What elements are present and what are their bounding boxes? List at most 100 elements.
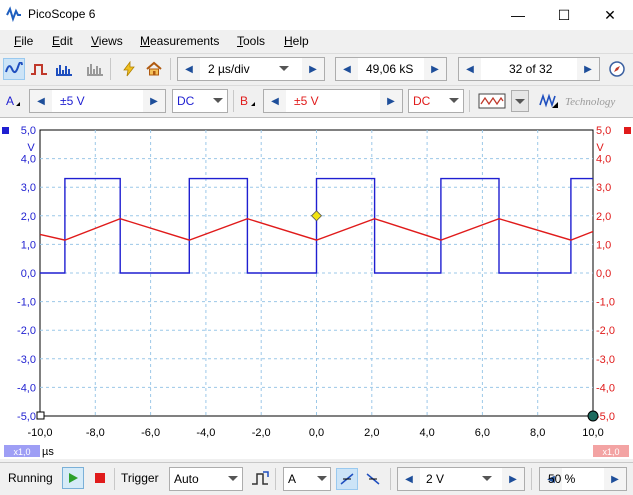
- threshold-increase-button[interactable]: ▶: [502, 468, 524, 490]
- channel-a-label[interactable]: A: [6, 94, 14, 108]
- trigger-source-select[interactable]: A: [283, 467, 331, 491]
- math-channel-icon: [539, 93, 558, 108]
- spectrum-mode-button[interactable]: [53, 58, 75, 80]
- trigger-mode-value: Auto: [174, 472, 199, 486]
- navigate-buffers-button[interactable]: [606, 58, 628, 80]
- signal-generator-dropdown[interactable]: [511, 90, 529, 112]
- right-axis-unit: V: [596, 142, 604, 154]
- channel-a-range-decrease[interactable]: ◀: [30, 90, 52, 112]
- start-button[interactable]: [62, 467, 84, 489]
- channel-a-coupling-select[interactable]: DC: [172, 89, 228, 113]
- x-tick-label: 0,0: [309, 427, 324, 439]
- y-tick-label-right: -2,0: [596, 325, 615, 337]
- chevron-down-icon: [228, 476, 238, 481]
- y-tick-label-right: -3,0: [596, 354, 615, 366]
- serial-decode-button[interactable]: [84, 58, 106, 80]
- math-channels-button[interactable]: [536, 90, 562, 112]
- menu-views[interactable]: Views: [91, 34, 123, 48]
- y-tick-label-right: 5,0: [596, 125, 611, 137]
- channel-b-label[interactable]: B: [240, 94, 248, 108]
- y-tick-label-left: -4,0: [17, 382, 36, 394]
- menu-edit[interactable]: Edit: [52, 34, 73, 48]
- minimize-button[interactable]: —: [495, 0, 541, 30]
- chevron-down-icon: [449, 98, 459, 103]
- samples-decrease-button[interactable]: ◀: [336, 58, 358, 80]
- pre-trigger-control: ◀ 50 % ▶: [539, 467, 627, 491]
- x-tick-label: -4,0: [196, 427, 215, 439]
- advanced-trigger-button[interactable]: [249, 468, 271, 490]
- trigger-mode-select[interactable]: Auto: [169, 467, 243, 491]
- channel-b-coupling-value: DC: [413, 94, 431, 108]
- x-tick-label: 6,0: [475, 427, 490, 439]
- y-tick-label-left: -5,0: [17, 411, 36, 423]
- lightning-icon: [123, 61, 135, 77]
- timebase-increase-button[interactable]: ▶: [302, 58, 324, 80]
- spectrum-icon: [56, 65, 72, 76]
- stop-button[interactable]: [89, 467, 111, 489]
- advanced-trigger-icon: [252, 471, 269, 485]
- chevron-down-icon: [213, 98, 223, 103]
- pre-trigger-value[interactable]: 50 %: [548, 468, 596, 490]
- channel-b-coupling-select[interactable]: DC: [408, 89, 464, 113]
- buffer-previous-button[interactable]: ◀: [459, 58, 481, 80]
- samples-value[interactable]: 49,06 kS: [366, 58, 422, 80]
- right-scale-label: x1,0: [602, 447, 619, 457]
- scope-mode-button[interactable]: [3, 58, 25, 80]
- falling-edge-icon: [366, 473, 380, 485]
- play-icon: [69, 473, 78, 483]
- falling-edge-button[interactable]: [362, 468, 384, 490]
- signal-generator-button[interactable]: [476, 90, 508, 112]
- y-tick-label-left: 3,0: [21, 182, 36, 194]
- y-tick-label-right: -4,0: [596, 382, 615, 394]
- maximize-button[interactable]: ☐: [541, 0, 587, 30]
- y-tick-label-left: -1,0: [17, 297, 36, 309]
- trigger-marker: [310, 210, 323, 222]
- channel-b-range-increase[interactable]: ▶: [380, 90, 402, 112]
- persistence-mode-button[interactable]: [28, 58, 50, 80]
- y-tick-label-right: 4,0: [596, 154, 611, 166]
- channel-b-options-icon[interactable]: [251, 102, 255, 106]
- buffer-next-button[interactable]: ▶: [577, 58, 599, 80]
- oscilloscope-graph[interactable]: 5,0 5,0 4,0 4,0 3,0 3,0 2,0 2,0 1,0 1,0 0,0 0,0 -1,0…: [0, 118, 633, 459]
- channel-a-options-icon[interactable]: [16, 102, 20, 106]
- trigger-source-value: A: [288, 472, 297, 486]
- y-tick-label-right: -5,0: [596, 411, 615, 423]
- x-tick-label: -6,0: [141, 427, 160, 439]
- threshold-value[interactable]: 2 V: [426, 468, 486, 490]
- close-button[interactable]: ✕: [587, 0, 633, 30]
- menu-tools[interactable]: Tools: [237, 34, 265, 48]
- pre-trigger-increase-button[interactable]: ▶: [604, 468, 626, 490]
- channel-a-marker: [2, 127, 9, 134]
- window-title: PicoScope 6: [28, 7, 96, 21]
- menu-help[interactable]: Help: [284, 34, 309, 48]
- channel-toolbar: A ◀ ±5 V ▶ DC B ◀ ±5 V ▶ DC Technology: [0, 85, 633, 116]
- rising-edge-button[interactable]: [336, 468, 358, 490]
- samples-increase-button[interactable]: ▶: [424, 58, 446, 80]
- y-tick-label-left: 1,0: [21, 239, 36, 251]
- trigger-label: Trigger: [121, 471, 159, 485]
- timebase-decrease-button[interactable]: ◀: [178, 58, 200, 80]
- channel-a-range-value[interactable]: ±5 V: [60, 90, 120, 112]
- channel-b-range-decrease[interactable]: ◀: [264, 90, 286, 112]
- persistence-icon: [31, 64, 47, 75]
- picoscope-app-icon: [6, 6, 21, 22]
- channel-a-range-increase[interactable]: ▶: [143, 90, 165, 112]
- x-tick-label: -10,0: [27, 427, 52, 439]
- chevron-down-icon[interactable]: [482, 476, 492, 481]
- y-tick-label-right: 2,0: [596, 211, 611, 223]
- y-tick-label-left: -2,0: [17, 325, 36, 337]
- x-tick-label: -2,0: [252, 427, 271, 439]
- timebase-dropdown-caret[interactable]: [279, 66, 289, 71]
- buffer-position[interactable]: 32 of 32: [509, 58, 569, 80]
- x-tick-label: -8,0: [86, 427, 105, 439]
- brand-logo-text: Technology: [565, 96, 616, 108]
- channel-b-range-value[interactable]: ±5 V: [294, 90, 354, 112]
- threshold-decrease-button[interactable]: ◀: [398, 468, 420, 490]
- probe-button[interactable]: [118, 58, 140, 80]
- home-button[interactable]: [143, 58, 165, 80]
- menu-file[interactable]: File: [14, 34, 33, 48]
- timebase-control: ◀ 2 µs/div ▶: [177, 57, 325, 81]
- ruler-handle-right: [587, 410, 599, 422]
- menu-measurements[interactable]: Measurements: [140, 34, 219, 48]
- scope-view[interactable]: 5,0 5,0 4,0 4,0 3,0 3,0 2,0 2,0 1,0 1,0 0,0 0,0 -1,0…: [0, 117, 633, 459]
